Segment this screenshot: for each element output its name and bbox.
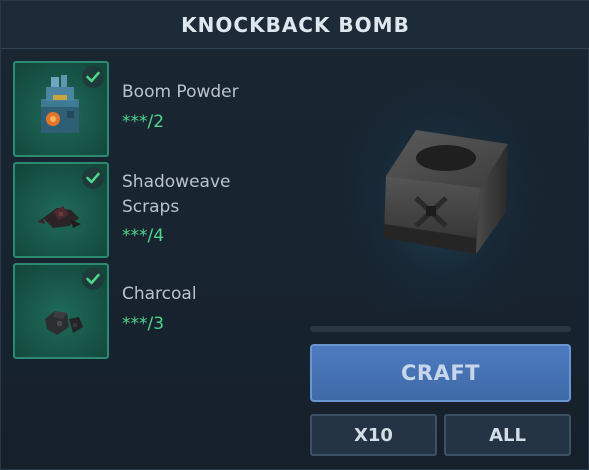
ingredient-row: Shadoweave Scraps ***/4 bbox=[13, 162, 313, 258]
ingredient-count: ***/4 bbox=[122, 226, 165, 246]
panel-header: KNOCKBACK BOMB bbox=[1, 1, 589, 49]
checkmark-icon bbox=[82, 268, 104, 290]
checkmark-icon bbox=[82, 167, 104, 189]
ingredient-row: Charcoal ***/3 bbox=[13, 263, 313, 359]
ingredient-name: Charcoal bbox=[122, 284, 197, 304]
ingredient-name: Boom Powder bbox=[122, 82, 239, 102]
ingredient-name: Shadoweave Scraps bbox=[122, 172, 231, 217]
recipe-title: KNOCKBACK BOMB bbox=[181, 12, 410, 37]
craft-button[interactable]: CRAFT bbox=[310, 344, 571, 402]
craft-progress-bar bbox=[310, 326, 571, 332]
ingredient-slot[interactable] bbox=[13, 263, 109, 359]
item-preview bbox=[331, 71, 551, 311]
ingredient-slot[interactable] bbox=[13, 162, 109, 258]
ingredient-row: Boom Powder ***/2 bbox=[13, 61, 313, 157]
ingredient-slot[interactable] bbox=[13, 61, 109, 157]
craft-x10-button[interactable]: X10 bbox=[310, 414, 437, 456]
ingredient-count: ***/2 bbox=[122, 112, 165, 132]
checkmark-icon bbox=[82, 66, 104, 88]
crafting-panel: KNOCKBACK BOMB Boom Powder ***/2 Shadowe… bbox=[0, 0, 589, 470]
knockback-bomb-icon bbox=[384, 130, 508, 254]
craft-all-button[interactable]: ALL bbox=[444, 414, 571, 456]
ingredient-count: ***/3 bbox=[122, 314, 165, 334]
